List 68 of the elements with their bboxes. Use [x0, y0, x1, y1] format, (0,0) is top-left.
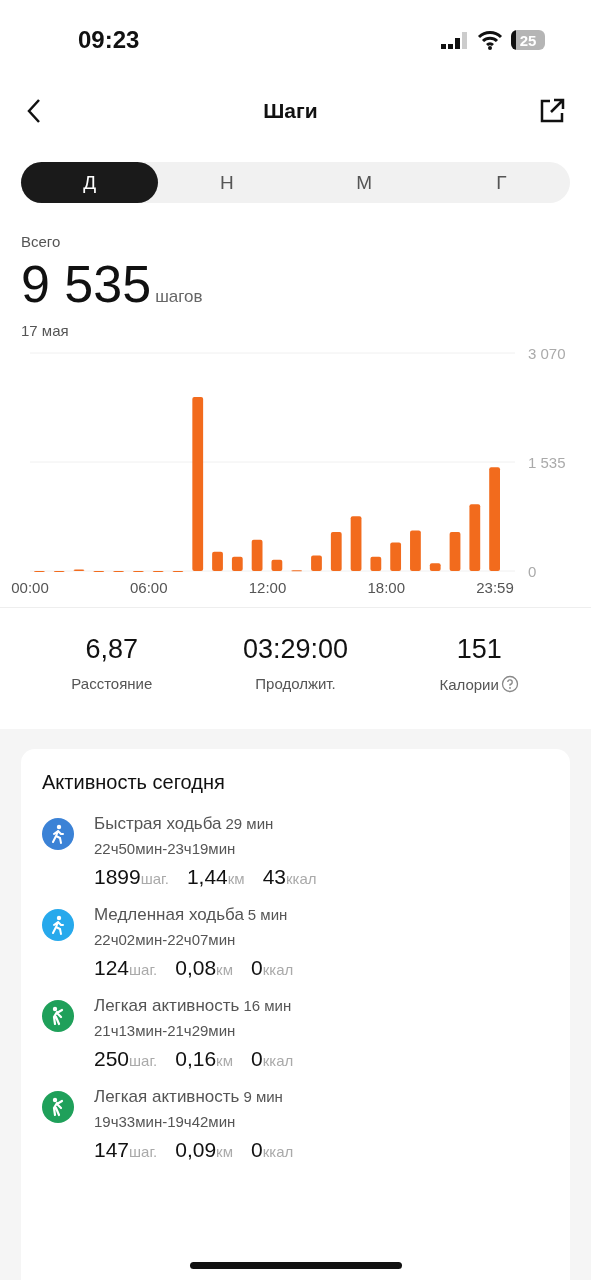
period-tab[interactable]: Д	[21, 162, 159, 203]
calories-value: 0ккал	[251, 956, 294, 980]
stat-label: Продолжит.	[255, 675, 336, 692]
period-tab[interactable]: Г	[432, 162, 570, 203]
walking-person-icon	[49, 824, 67, 844]
walking-person-icon	[49, 915, 67, 935]
battery-indicator: 25	[511, 30, 545, 50]
bar	[212, 551, 223, 571]
bar	[271, 559, 283, 571]
activity-name: Легкая активность	[94, 1087, 240, 1107]
date-label: 17 мая	[21, 322, 69, 339]
distance-value: 1,44км	[186, 865, 245, 889]
axis-label: 0	[528, 563, 537, 580]
steps-value: 124шаг.	[94, 956, 158, 980]
bar	[429, 563, 441, 571]
steps-value: 250шаг.	[94, 1047, 158, 1071]
axis-label: 00:00	[11, 579, 49, 596]
total-label: Всего	[21, 233, 61, 250]
activity-time: 21ч13мин-21ч29мин	[94, 1022, 237, 1039]
axis-label: 1 535	[528, 454, 566, 471]
activity-time: 22ч02мин-22ч07мин	[94, 931, 237, 948]
axis-label: 3 070	[528, 345, 566, 362]
activity-name: Легкая активность	[94, 996, 240, 1016]
signal-icon	[441, 30, 469, 50]
stat-label: Калории	[439, 675, 499, 693]
activity-time: 22ч50мин-23ч19мин	[94, 840, 237, 857]
activity-duration: 5 мин	[247, 906, 288, 923]
activity-duration: 29 мин	[225, 815, 274, 832]
wifi-icon	[477, 30, 503, 50]
steps-value: 147шаг.	[94, 1138, 158, 1162]
bar	[251, 539, 263, 571]
axis-label: 06:00	[130, 579, 168, 596]
bar	[231, 556, 243, 571]
distance-value: 0,16км	[175, 1047, 233, 1071]
bar	[449, 531, 461, 571]
axis-label: 23:59	[476, 579, 514, 596]
calories-value: 0ккал	[251, 1047, 294, 1071]
stat-label: Расстояние	[71, 675, 153, 692]
distance-value: 0,08км	[175, 956, 233, 980]
stat-value: 6,87	[85, 634, 139, 665]
bar	[370, 556, 382, 571]
axis-label: 18:00	[367, 579, 405, 596]
page-title: Шаги	[263, 99, 318, 123]
axis-label: 12:00	[248, 579, 287, 596]
card-title: Активность сегодня	[42, 771, 226, 794]
period-tab[interactable]: М	[295, 162, 433, 203]
bar	[410, 530, 421, 571]
stat-value: 151	[456, 634, 502, 665]
activity-time: 19ч33мин-19ч42мин	[94, 1113, 237, 1130]
stat-value: 03:29:00	[242, 634, 349, 665]
bar	[350, 516, 362, 571]
total-steps: 9 535	[21, 254, 152, 314]
activity-name: Медленная ходьба	[94, 905, 244, 925]
bar	[330, 531, 342, 571]
steps-unit: шагов	[155, 287, 203, 307]
activity-duration: 16 мин	[243, 997, 292, 1014]
steps-value: 1899шаг.	[94, 865, 169, 889]
period-tab[interactable]: Н	[158, 162, 296, 203]
calories-value: 0ккал	[251, 1138, 294, 1162]
help-icon[interactable]	[500, 675, 519, 693]
calories-value: 43ккал	[262, 865, 317, 889]
bar	[311, 555, 322, 571]
status-time: 09:23	[78, 26, 140, 54]
bar	[469, 504, 481, 571]
activity-name: Быстрая ходьба	[94, 814, 222, 834]
activity-duration: 9 мин	[243, 1088, 283, 1105]
distance-value: 0,09км	[175, 1138, 233, 1162]
bar	[390, 542, 402, 571]
